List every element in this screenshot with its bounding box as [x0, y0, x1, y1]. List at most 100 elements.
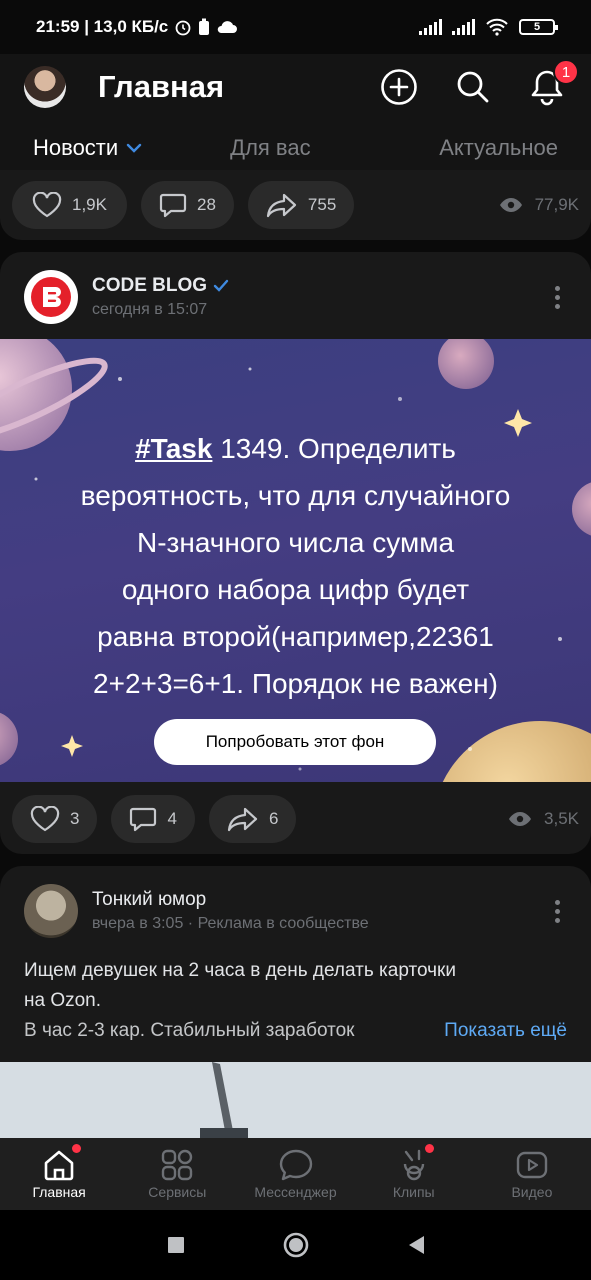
view-count: 3,5K — [544, 809, 579, 828]
alarm-icon — [175, 20, 191, 36]
notifications-button[interactable]: 1 — [527, 59, 579, 107]
art-line-6: 2+2+3=6+1. Порядок не важен) — [93, 668, 498, 699]
back-icon[interactable] — [406, 1234, 426, 1256]
post-art-background: #Task 1349. Определить вероятность, что … — [0, 339, 591, 782]
messenger-icon — [279, 1149, 312, 1181]
eye-icon — [509, 812, 532, 826]
comment-icon — [159, 193, 187, 218]
status-right: 5 — [419, 18, 558, 36]
status-time: 21:59 | 13,0 КБ/с — [36, 17, 169, 36]
wifi-icon — [486, 18, 508, 36]
comment-count: 28 — [196, 195, 216, 214]
share-count: 6 — [268, 809, 279, 828]
notification-badge: 1 — [553, 59, 579, 85]
battery-saver-icon — [199, 18, 210, 35]
like-count: 3 — [70, 809, 80, 828]
verified-icon — [213, 279, 229, 292]
tab-for-you[interactable]: Для вас — [230, 135, 310, 161]
community-name[interactable]: Тонкий юмор — [92, 889, 369, 911]
post-1-actions: 1,9K 28 755 77,9K — [0, 170, 591, 240]
tabbar-home[interactable]: Главная — [0, 1138, 118, 1210]
post-art-text: #Task 1349. Определить вероятность, что … — [20, 425, 571, 707]
photo-content — [0, 1062, 591, 1138]
home-circle-icon[interactable] — [282, 1231, 310, 1259]
tabbar-home-label: Главная — [32, 1184, 86, 1200]
tabbar-clips[interactable]: Клипы — [355, 1138, 473, 1210]
post-card-2: CODE BLOG сегодня в 15:07 #Task 1349. Оп… — [0, 252, 591, 854]
system-nav-bar — [0, 1210, 591, 1280]
share-button[interactable]: 6 — [208, 795, 297, 843]
tabbar-messenger[interactable]: Мессенджер — [236, 1138, 354, 1210]
header-actions: 1 — [379, 59, 579, 107]
tab-actual[interactable]: Актуальное — [439, 135, 558, 161]
like-count: 1,9K — [72, 195, 107, 214]
views: 77,9K — [499, 195, 579, 215]
services-icon — [162, 1149, 193, 1181]
signal-1-icon — [419, 19, 442, 35]
art-line-2: вероятность, что для случайного — [80, 480, 511, 511]
share-count: 755 — [307, 195, 337, 214]
art-line-1: #Task 1349. Определить — [20, 425, 571, 472]
post-3-line-3: В час 2-3 кар. Стабильный заработок Пока… — [24, 1016, 567, 1046]
comment-button[interactable]: 28 — [140, 181, 234, 229]
tabbar-video-label: Видео — [511, 1184, 553, 1200]
hashtag-link[interactable]: #Task — [135, 433, 212, 464]
community-name[interactable]: CODE BLOG — [92, 275, 229, 297]
try-background-button[interactable]: Попробовать этот фон — [154, 719, 436, 765]
post-time: вчера в 3:05 · Реклама в сообществе — [92, 915, 369, 932]
post-more-button[interactable] — [547, 899, 567, 923]
art-line-4: одного набора цифр будет — [121, 574, 470, 605]
comment-icon — [130, 807, 157, 832]
search-icon — [457, 71, 489, 103]
community-avatar[interactable] — [24, 270, 78, 324]
comment-button[interactable]: 4 — [111, 795, 195, 843]
post-3-photo[interactable] — [0, 1062, 591, 1138]
tab-news[interactable]: Новости — [33, 135, 145, 173]
tabbar-services[interactable]: Сервисы — [118, 1138, 236, 1210]
post-3-header: Тонкий юмор вчера в 3:05 · Реклама в соо… — [0, 866, 591, 956]
post-3-text: Ищем девушек на 2 часа в день делать кар… — [0, 956, 591, 1046]
heart-icon — [30, 806, 60, 832]
community-avatar[interactable] — [24, 884, 78, 938]
bottom-tab-bar: Главная Сервисы Мессенджер Клипы Видео — [0, 1138, 591, 1210]
post-3-meta: Тонкий юмор вчера в 3:05 · Реклама в соо… — [92, 889, 369, 933]
post-2-header: CODE BLOG сегодня в 15:07 — [0, 252, 591, 342]
home-dot-badge — [72, 1144, 81, 1153]
art-line-1-text: 1349. Определить — [212, 433, 456, 464]
user-avatar[interactable] — [24, 66, 66, 108]
like-button[interactable]: 1,9K — [12, 181, 127, 229]
home-icon — [44, 1150, 74, 1181]
show-more-link[interactable]: Показать ещё — [422, 1016, 567, 1046]
search-button[interactable] — [453, 67, 493, 107]
art-line-5: равна второй(например,22361 — [97, 621, 494, 652]
tabbar-video[interactable]: Видео — [473, 1138, 591, 1210]
views: 3,5K — [508, 809, 579, 829]
tabbar-messenger-label: Мессенджер — [254, 1184, 337, 1200]
chevron-down-icon — [126, 143, 142, 153]
status-bar: 21:59 | 13,0 КБ/с 5 — [0, 0, 591, 54]
page-title: Главная — [98, 69, 225, 104]
post-2-meta: CODE BLOG сегодня в 15:07 — [92, 275, 229, 319]
status-left: 21:59 | 13,0 КБ/с — [36, 17, 238, 37]
post-3-line-2: на Ozon. — [24, 990, 102, 1011]
battery-icon: 5 — [519, 19, 558, 35]
heart-icon — [32, 192, 62, 218]
clips-dot-badge — [424, 1144, 434, 1153]
tabbar-clips-label: Клипы — [392, 1184, 435, 1200]
clips-icon — [403, 1149, 424, 1181]
share-button[interactable]: 755 — [247, 181, 355, 229]
view-count: 77,9K — [534, 195, 579, 214]
like-button[interactable]: 3 — [12, 795, 98, 843]
tabbar-services-label: Сервисы — [148, 1184, 207, 1200]
community-name-label: CODE BLOG — [92, 275, 208, 296]
add-icon — [381, 69, 417, 105]
add-button[interactable] — [379, 67, 419, 107]
recents-icon[interactable] — [166, 1235, 186, 1255]
cloud-icon — [218, 21, 238, 33]
share-icon — [266, 193, 297, 218]
post-time: сегодня в 15:07 — [92, 301, 208, 318]
comment-count: 4 — [167, 809, 177, 828]
post-more-button[interactable] — [547, 285, 567, 309]
feed-tabs: Новости Для вас Актуальное — [0, 120, 591, 176]
signal-2-icon — [452, 19, 475, 35]
